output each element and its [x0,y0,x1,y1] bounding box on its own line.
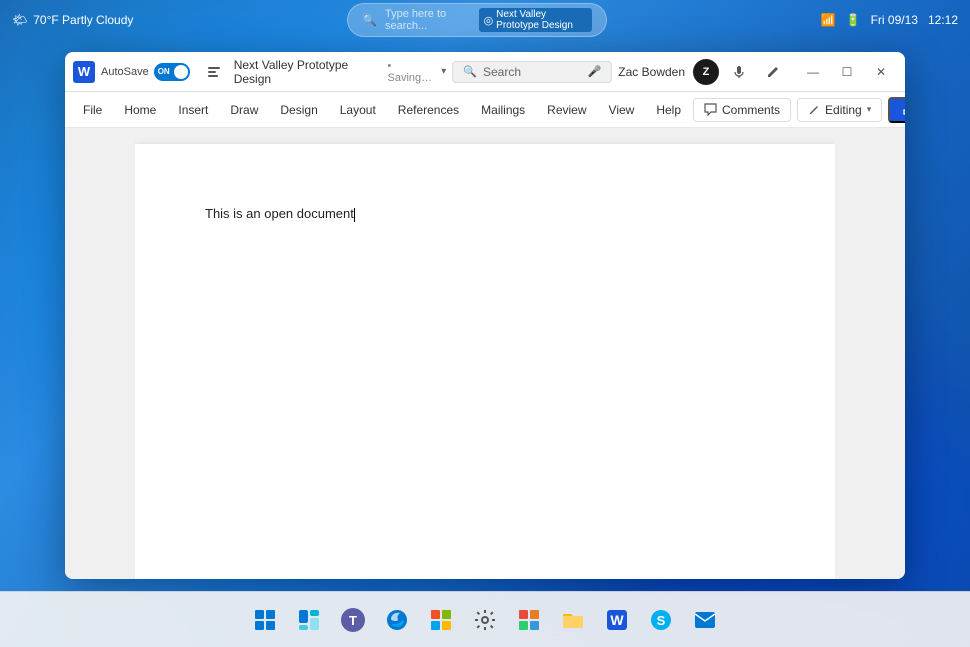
menu-help[interactable]: Help [646,99,691,121]
menu-design[interactable]: Design [270,99,327,121]
system-search-bar[interactable]: 🔍 Type here to search... ◎ Next Valley P… [347,3,607,37]
menu-draw[interactable]: Draw [220,99,268,121]
taskbar-settings-button[interactable] [465,600,505,640]
taskbar-mail-button[interactable] [685,600,725,640]
doc-page-area[interactable]: This is an open document [135,128,835,579]
text-cursor [354,208,355,222]
app-pill-text: Next Valley Prototype Design [496,9,587,31]
svg-text:W: W [610,612,624,628]
close-button[interactable]: ✕ [865,58,897,86]
document-area: This is an open document [65,128,905,579]
user-avatar[interactable]: Z [693,59,719,85]
weather-text: 70°F Partly Cloudy [33,13,133,27]
doc-sidebar-left [65,128,135,579]
toggle-knob [174,65,188,79]
comments-label: Comments [722,103,780,117]
word-logo: W [73,61,95,83]
menu-layout[interactable]: Layout [330,99,386,121]
system-bar: 🌤 70°F Partly Cloudy 🔍 Type here to sear… [0,0,970,40]
minimize-button[interactable]: — [797,58,829,86]
menu-mailings[interactable]: Mailings [471,99,535,121]
format-toolbar-icon[interactable] [200,58,228,86]
taskbar-edge-button[interactable] [377,600,417,640]
user-initial: Z [703,66,710,78]
toggle-on-label: ON [158,67,170,76]
taskbar-widgets-button[interactable] [289,600,329,640]
system-search-placeholder: Type here to search... [385,8,463,32]
word-window: W AutoSave ON Next Valley Prototype Desi… [65,52,905,579]
svg-text:S: S [657,613,666,628]
autosave-section: AutoSave ON [101,63,190,81]
search-icon: 🔍 [463,65,477,78]
time: 12:12 [928,13,958,27]
search-placeholder: Search [483,65,521,79]
window-controls: — ☐ ✕ [797,58,897,86]
title-dropdown-icon[interactable]: ▾ [441,66,446,77]
menu-right-actions: Comments Editing ▾ Share ▾ [693,96,905,124]
edge-icon-pill: ◎ Next Valley Prototype Design [479,8,592,32]
wifi-icon: 📶 [821,13,836,27]
date-time[interactable]: Fri 09/13 12:12 [871,13,958,27]
mic-icon: 🎤 [588,65,602,78]
taskbar-store-button[interactable] [421,600,461,640]
taskbar-skype-button[interactable]: S [641,600,681,640]
editing-label: Editing [825,103,862,117]
maximize-button[interactable]: ☐ [831,58,863,86]
title-search[interactable]: 🔍 Search 🎤 [452,61,612,83]
menu-file[interactable]: File [73,99,112,121]
doc-content: This is an open document [205,206,354,221]
system-search-area: 🔍 Type here to search... ◎ Next Valley P… [133,3,820,37]
editing-button[interactable]: Editing ▾ [797,98,882,122]
doc-sidebar-right [835,128,905,579]
taskbar-file-explorer-button[interactable] [553,600,593,640]
pen-icon[interactable] [759,58,787,86]
taskbar-word-button[interactable]: W [597,600,637,640]
taskbar-teams-button[interactable]: T [333,600,373,640]
weather-icon: 🌤 [12,13,27,27]
comments-button[interactable]: Comments [693,98,791,122]
dictate-icon[interactable] [725,58,753,86]
autosave-label: AutoSave [101,66,149,78]
menu-references[interactable]: References [388,99,469,121]
doc-title: Next Valley Prototype Design [234,58,384,86]
title-bar: W AutoSave ON Next Valley Prototype Desi… [65,52,905,92]
taskbar-start-button[interactable] [245,600,285,640]
doc-page[interactable]: This is an open document [135,144,835,579]
date: Fri 09/13 [871,13,918,27]
menu-review[interactable]: Review [537,99,596,121]
share-button[interactable]: Share ▾ [888,97,905,123]
menu-view[interactable]: View [599,99,645,121]
saving-indicator: • Saving… [388,60,438,84]
system-tray: 📶 🔋 Fri 09/13 12:12 [821,13,958,27]
svg-text:T: T [349,613,357,628]
user-name: Zac Bowden [618,65,685,79]
menu-home[interactable]: Home [114,99,166,121]
taskbar-office-button[interactable] [509,600,549,640]
doc-title-area: Next Valley Prototype Design • Saving… ▾ [234,58,447,86]
editing-chevron: ▾ [867,104,872,115]
user-area: Zac Bowden Z [618,59,719,85]
autosave-toggle[interactable]: ON [154,63,190,81]
taskbar: T [0,591,970,647]
search-icon: 🔍 [362,13,377,27]
menu-bar: File Home Insert Draw Design Layout Refe… [65,92,905,128]
weather-widget[interactable]: 🌤 70°F Partly Cloudy [12,13,133,27]
menu-insert[interactable]: Insert [168,99,218,121]
battery-icon: 🔋 [846,13,861,27]
